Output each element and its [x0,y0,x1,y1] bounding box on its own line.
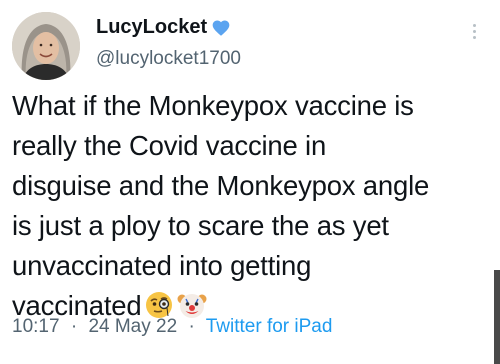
avatar-image [12,12,80,80]
meta-separator: · [70,316,78,337]
tweet-date[interactable]: 24 May 22 [88,316,177,337]
tweet-text-line: What if the Monkeypox vaccine is [12,90,414,121]
tweet-text-line: unvaccinated into getting [12,250,312,281]
tweet-card: LucyLocket @lucylocket1700 What if the M… [0,0,500,364]
avatar[interactable] [12,12,80,80]
tweet-meta: 10:17 · 24 May 22 · Twitter for iPad [12,316,332,338]
name-row: LucyLocket [96,16,231,39]
tweet-time[interactable]: 10:17 [12,316,60,337]
more-options-icon[interactable] [464,16,484,46]
tweet-source-link[interactable]: Twitter for iPad [206,316,333,337]
tweet-text-line: really the Covid vaccine in [12,130,327,161]
tweet-text-line: is just a ploy to scare the as yet [12,210,389,241]
meta-separator: · [188,316,195,337]
verified-badge-icon [211,18,231,38]
tweet-text-line: disguise and the Monkeypox angle [12,170,430,201]
display-name[interactable]: LucyLocket [96,16,207,39]
scrollbar[interactable] [494,270,500,364]
tweet-text: What if the Monkeypox vaccine is really … [12,86,486,326]
user-handle[interactable]: @lucylocket1700 [96,48,241,70]
